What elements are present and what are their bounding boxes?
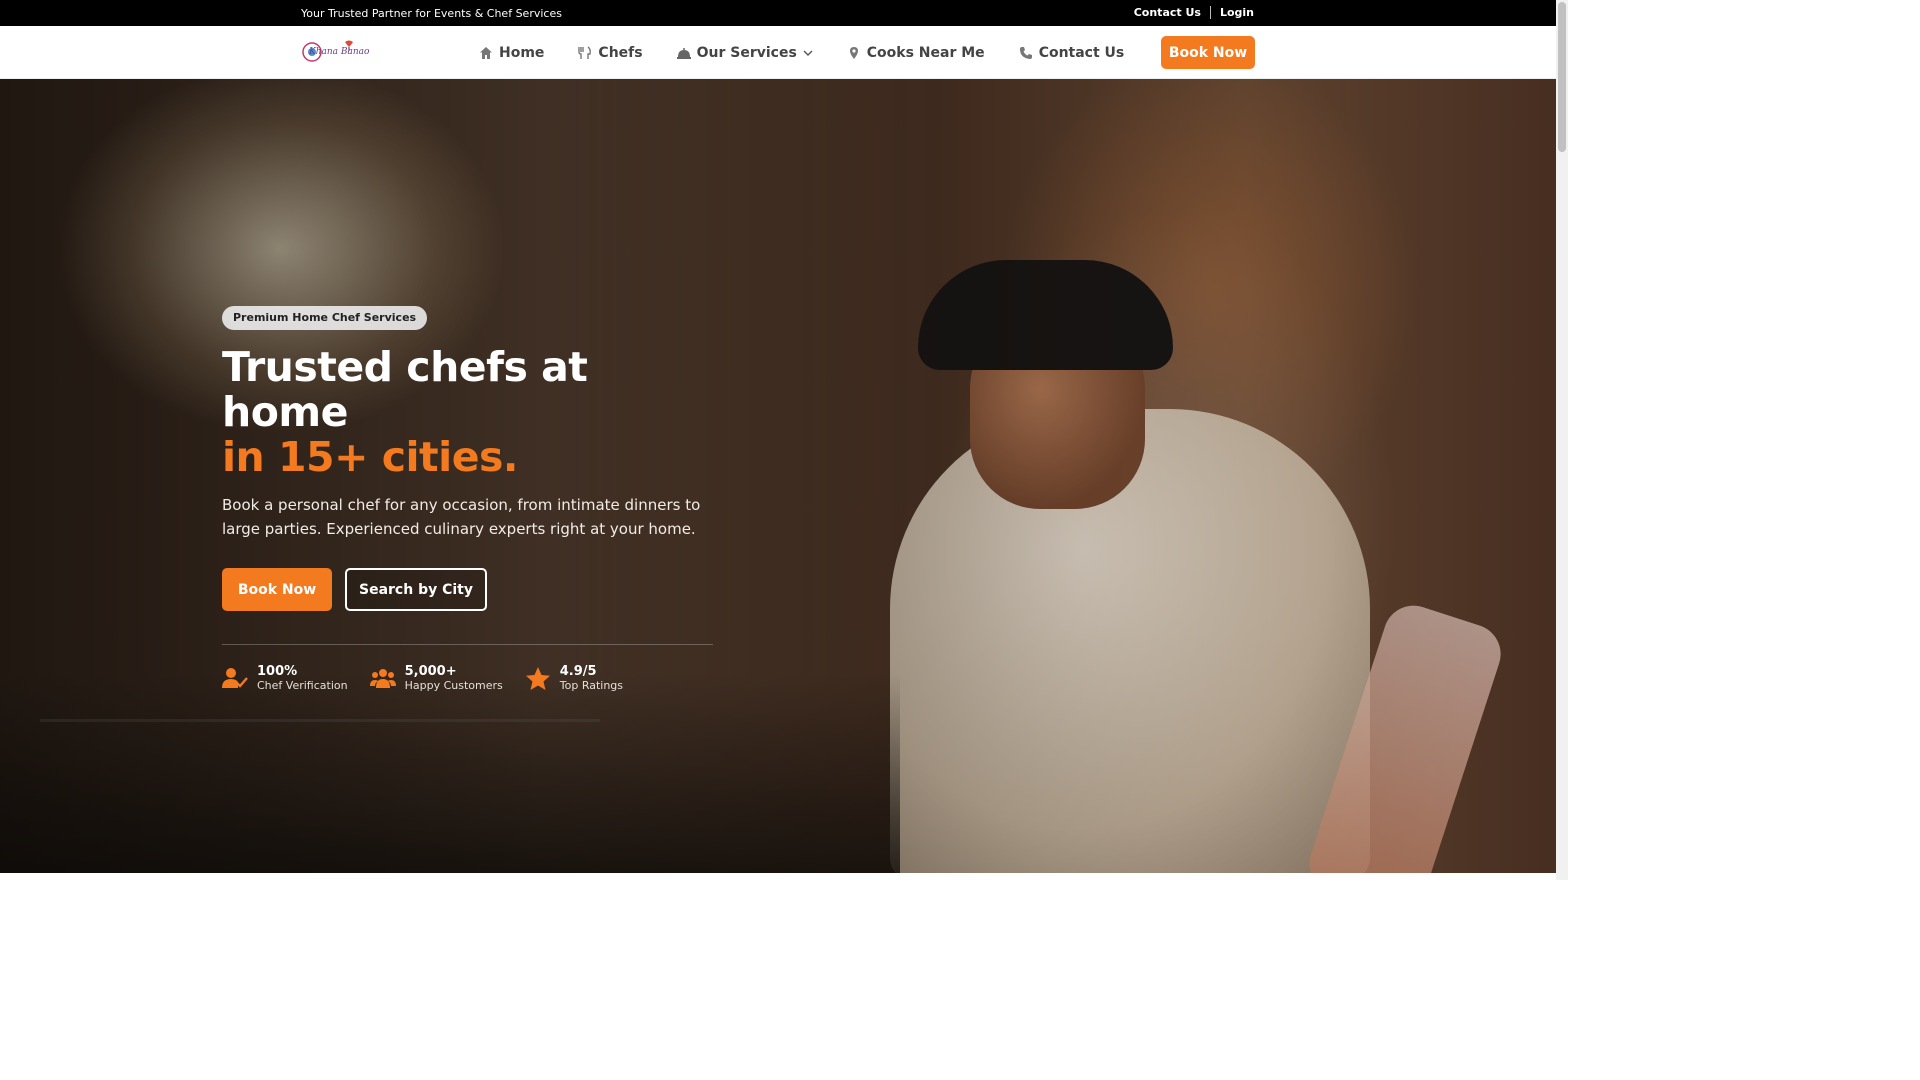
divider [1209,6,1211,19]
utensils-icon [578,45,592,60]
nav-item-contact-us[interactable]: Contact Us [1019,44,1125,61]
star-icon [525,666,551,692]
stat-value: 4.9/5 [559,664,597,679]
stat-label: Top Ratings [559,679,624,692]
nav-item-our-services[interactable]: Our Services [676,44,813,61]
chevron-down-icon [803,48,813,58]
stat-value: 100% [257,664,298,679]
nav-item-label: Home [499,44,545,61]
search-by-city-button[interactable]: Search by City [345,568,487,611]
nav-item-label: Our Services [696,44,797,61]
hero-divider [222,644,713,645]
hero-badge: Premium Home Chef Services [222,306,428,330]
top-contact-link[interactable]: Contact Us [1134,6,1201,19]
nav-item-label: Cooks Near Me [866,44,985,61]
phone-icon [1019,46,1033,60]
page-scrollbar[interactable] [1556,0,1568,880]
stat-label: Happy Customers [404,679,503,692]
hero-content: Premium Home Chef Services Trusted chefs… [222,306,722,693]
nav-item-chefs[interactable]: Chefs [578,44,643,61]
stat-happy-customers: 5,000+ Happy Customers [369,664,503,693]
home-icon [479,46,493,60]
scrollbar-thumb[interactable] [1558,2,1566,152]
logo[interactable]: Khana Banao [301,38,371,66]
stat-text: 100% Chef Verification [257,664,348,693]
nav-item-cooks-near-me[interactable]: Cooks Near Me [847,45,985,61]
stat-text: 5,000+ Happy Customers [405,664,503,693]
nav-item-label: Chefs [598,44,643,61]
cloche-icon [676,46,691,60]
stat-label: Chef Verification [257,679,348,692]
hero-description: Book a personal chef for any occasion, f… [222,496,701,538]
login-link[interactable]: Login [1220,6,1254,19]
users-icon [369,666,396,692]
book-now-nav-button[interactable]: Book Now [1161,36,1255,69]
stat-value: 5,000+ [404,664,457,679]
stat-text: 4.9/5 Top Ratings [560,664,623,693]
hero-stats: 100% Chef Verification 5,000+ Happy Cust… [222,664,722,693]
stat-top-ratings: 4.9/5 Top Ratings [525,664,623,693]
hero-title-line1: Trusted chefs at home [222,343,588,436]
map-pin-icon [847,46,861,60]
user-check-icon [222,666,248,692]
hero-buttons: Book Now Search by City [222,568,722,611]
top-announcement-bar: Your Trusted Partner for Events & Chef S… [0,0,1556,26]
nav-item-label: Contact Us [1038,44,1125,61]
hero-title-line2: in 15+ cities. [222,433,519,481]
top-links: Contact Us Login [1134,6,1254,19]
book-now-button[interactable]: Book Now [222,568,332,611]
tagline: Your Trusted Partner for Events & Chef S… [301,7,562,20]
logo-text: Khana Banao [309,47,370,57]
main-navigation: Khana Banao Home Chefs Our Services Cook… [0,26,1556,79]
stat-chef-verification: 100% Chef Verification [222,664,348,693]
nav-item-home[interactable]: Home [479,45,544,61]
nav-menu: Home Chefs Our Services Cooks Near Me Co… [479,26,1158,79]
hero-section: Premium Home Chef Services Trusted chefs… [0,79,1556,873]
